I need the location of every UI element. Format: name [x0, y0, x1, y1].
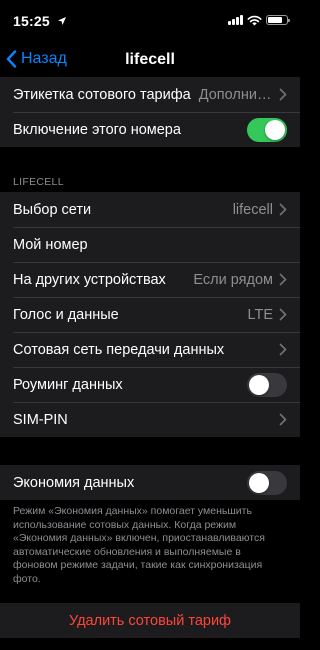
row-data-roaming: Роуминг данных [0, 367, 300, 402]
plan-group: Этикетка сотового тарифа Дополните… Вклю… [0, 77, 300, 147]
cellular-signal-icon [228, 15, 243, 25]
chevron-right-icon [279, 88, 287, 101]
row-label: Роуминг данных [13, 376, 123, 393]
status-time: 15:25 [13, 13, 67, 29]
data-roaming-toggle[interactable] [247, 372, 287, 397]
status-time-text: 15:25 [13, 13, 50, 29]
row-my-number[interactable]: Мой номер [0, 227, 300, 262]
row-label: Выбор сети [13, 201, 92, 218]
low-data-group: Экономия данных [0, 465, 300, 500]
section-header: LIFECELL [13, 176, 64, 188]
low-data-mode-description: Режим «Экономия данных» помогает уменьши… [13, 505, 265, 585]
row-value: lifecell [232, 201, 273, 218]
page-title: lifecell [125, 51, 175, 68]
row-turn-on-line: Включение этого номера [0, 112, 300, 147]
chevron-right-icon [279, 273, 287, 286]
row-other-devices[interactable]: На других устройствах Если рядом [0, 262, 300, 297]
row-label: Мой номер [13, 236, 88, 253]
navigation-bar: Назад lifecell [0, 40, 300, 80]
low-data-mode-toggle[interactable] [247, 470, 287, 495]
chevron-right-icon [279, 203, 287, 216]
row-label: На других устройствах [13, 271, 166, 288]
row-network-selection[interactable]: Выбор сети lifecell [0, 192, 300, 227]
wifi-icon [247, 15, 262, 25]
row-low-data-mode: Экономия данных [0, 465, 300, 500]
row-label: Голос и данные [13, 306, 119, 323]
location-arrow-icon [57, 17, 66, 25]
row-label: Включение этого номера [13, 121, 181, 138]
row-sim-pin[interactable]: SIM-PIN [0, 402, 300, 437]
row-cellular-data-network[interactable]: Сотовая сеть передачи данных [0, 332, 300, 367]
row-voice-data[interactable]: Голос и данные LTE [0, 297, 300, 332]
chevron-right-icon [279, 413, 287, 426]
row-label: SIM-PIN [13, 411, 68, 428]
row-label: Сотовая сеть передачи данных [13, 341, 225, 358]
row-plan-label[interactable]: Этикетка сотового тарифа Дополните… [0, 77, 300, 112]
status-icons [228, 14, 290, 26]
delete-plan-button[interactable]: Удалить сотовый тариф [0, 603, 300, 638]
row-label: Этикетка сотового тарифа [13, 86, 191, 103]
chevron-right-icon [279, 343, 287, 356]
battery-icon [266, 15, 290, 25]
row-value: LTE [247, 306, 273, 323]
turn-on-line-toggle[interactable] [247, 117, 287, 142]
row-value: Если рядом [193, 271, 273, 288]
carrier-group: Выбор сети lifecell Мой номер На других … [0, 192, 300, 437]
row-label: Экономия данных [13, 474, 135, 491]
row-value: Дополните… [198, 86, 273, 103]
chevron-right-icon [279, 308, 287, 321]
status-bar: 15:25 [0, 0, 300, 40]
